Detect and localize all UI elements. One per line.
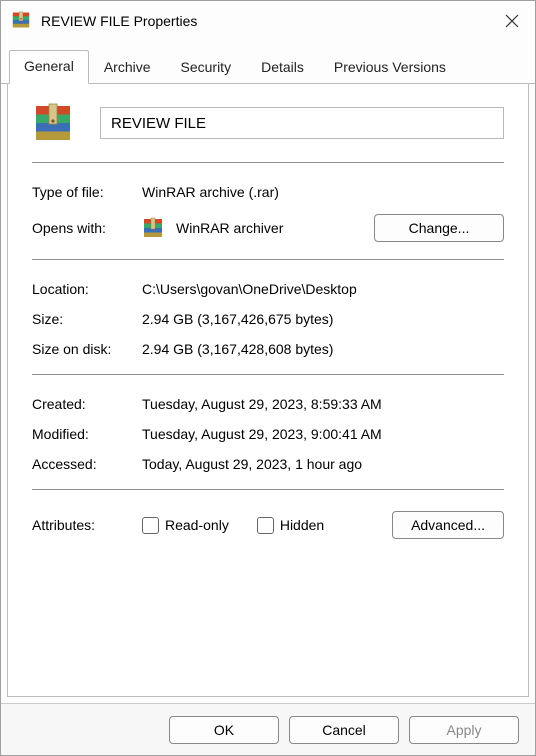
separator: [32, 162, 504, 163]
titlebar: REVIEW FILE Properties: [1, 1, 535, 41]
tab-previous-versions[interactable]: Previous Versions: [319, 51, 461, 84]
general-panel: Type of file: WinRAR archive (.rar) Open…: [7, 84, 529, 697]
label-attributes: Attributes:: [32, 517, 142, 533]
filename-input[interactable]: [100, 107, 504, 139]
ok-button[interactable]: OK: [169, 716, 279, 744]
winrar-title-icon: [11, 10, 33, 32]
advanced-button[interactable]: Advanced...: [392, 511, 504, 539]
label-created: Created:: [32, 396, 142, 412]
row-attributes: Attributes: Read-only Hidden Advanced...: [32, 504, 504, 546]
separator: [32, 374, 504, 375]
row-type-of-file: Type of file: WinRAR archive (.rar): [32, 177, 504, 207]
tab-general[interactable]: General: [9, 50, 89, 84]
readonly-checkbox-wrap[interactable]: Read-only: [142, 517, 229, 534]
value-location: C:\Users\govan\OneDrive\Desktop: [142, 281, 504, 297]
hidden-label: Hidden: [280, 517, 324, 533]
close-button[interactable]: [489, 1, 535, 41]
row-accessed: Accessed: Today, August 29, 2023, 1 hour…: [32, 449, 504, 479]
attributes-group: Read-only Hidden Advanced...: [142, 511, 504, 539]
label-type-of-file: Type of file:: [32, 184, 142, 200]
close-icon: [505, 14, 519, 28]
row-modified: Modified: Tuesday, August 29, 2023, 9:00…: [32, 419, 504, 449]
readonly-label: Read-only: [165, 517, 229, 533]
value-modified: Tuesday, August 29, 2023, 9:00:41 AM: [142, 426, 504, 442]
bottom-bar: OK Cancel Apply: [1, 703, 535, 755]
separator: [32, 489, 504, 490]
value-size-on-disk: 2.94 GB (3,167,428,608 bytes): [142, 341, 504, 357]
header-row: [32, 102, 504, 162]
titlebar-left: REVIEW FILE Properties: [11, 10, 197, 32]
value-size: 2.94 GB (3,167,426,675 bytes): [142, 311, 504, 327]
tabs-row: General Archive Security Details Previou…: [1, 41, 535, 84]
value-type-of-file: WinRAR archive (.rar): [142, 184, 504, 200]
row-created: Created: Tuesday, August 29, 2023, 8:59:…: [32, 389, 504, 419]
change-button[interactable]: Change...: [374, 214, 504, 242]
tab-archive[interactable]: Archive: [89, 51, 166, 84]
label-accessed: Accessed:: [32, 456, 142, 472]
row-size: Size: 2.94 GB (3,167,426,675 bytes): [32, 304, 504, 334]
value-created: Tuesday, August 29, 2023, 8:59:33 AM: [142, 396, 504, 412]
value-accessed: Today, August 29, 2023, 1 hour ago: [142, 456, 504, 472]
value-opens-with: WinRAR archiver Change...: [142, 214, 504, 242]
label-opens-with: Opens with:: [32, 220, 142, 236]
tab-details[interactable]: Details: [246, 51, 319, 84]
label-modified: Modified:: [32, 426, 142, 442]
properties-window: REVIEW FILE Properties General Archive S…: [0, 0, 536, 756]
winrar-file-icon: [32, 102, 74, 144]
row-size-on-disk: Size on disk: 2.94 GB (3,167,428,608 byt…: [32, 334, 504, 364]
panel-spacer: [32, 546, 504, 678]
readonly-checkbox[interactable]: [142, 517, 159, 534]
winrar-app-icon: [142, 217, 164, 239]
apply-button[interactable]: Apply: [409, 716, 519, 744]
hidden-checkbox[interactable]: [257, 517, 274, 534]
row-location: Location: C:\Users\govan\OneDrive\Deskto…: [32, 274, 504, 304]
row-opens-with: Opens with: WinRAR archiver Change...: [32, 207, 504, 249]
tab-security[interactable]: Security: [166, 51, 247, 84]
opens-with-text: WinRAR archiver: [176, 220, 283, 236]
cancel-button[interactable]: Cancel: [289, 716, 399, 744]
label-size: Size:: [32, 311, 142, 327]
window-title: REVIEW FILE Properties: [41, 13, 197, 29]
label-location: Location:: [32, 281, 142, 297]
hidden-checkbox-wrap[interactable]: Hidden: [257, 517, 324, 534]
label-size-on-disk: Size on disk:: [32, 341, 142, 357]
separator: [32, 259, 504, 260]
